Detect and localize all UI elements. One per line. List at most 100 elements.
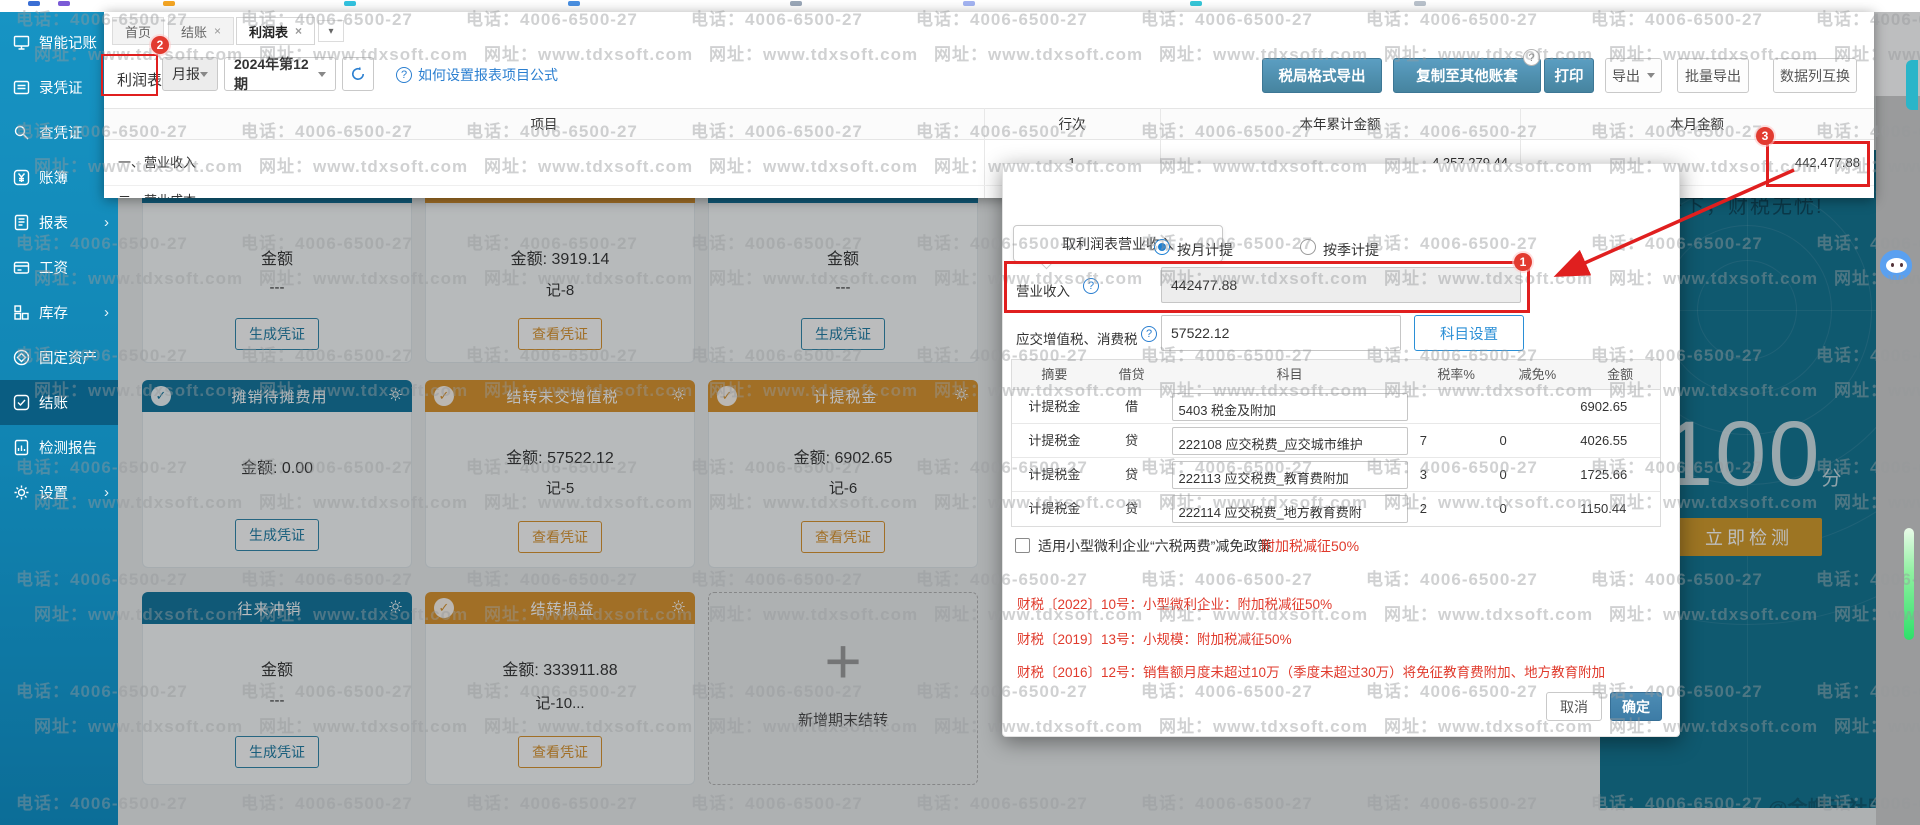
radio-monthly[interactable] bbox=[1154, 239, 1170, 255]
radio-monthly-label[interactable]: 按月计提 bbox=[1177, 240, 1233, 260]
formula-help-link[interactable]: ? 如何设置报表项目公式 bbox=[396, 65, 558, 85]
column-header: 税率% bbox=[1413, 360, 1493, 389]
chevron-down-icon: ▾ bbox=[328, 26, 333, 37]
policy-note: 财税〔2022〕10号：小型微利企业：附加税减征50% bbox=[1017, 593, 1332, 613]
entry-amount: 6902.65 bbox=[1575, 390, 1660, 423]
chevron-right-icon: › bbox=[104, 304, 109, 321]
column-header: 摘要 bbox=[1012, 360, 1097, 389]
account-input[interactable]: 222114 应交税费_地方教育费附 bbox=[1172, 495, 1408, 523]
entry-amount: 4026.55 bbox=[1575, 424, 1660, 457]
sidebar-item-account-books[interactable]: 账簿 › bbox=[0, 155, 118, 200]
revenue-input[interactable] bbox=[1161, 267, 1521, 303]
vat-input[interactable] bbox=[1161, 315, 1401, 351]
sidebar-item-label: 库存 bbox=[39, 302, 68, 323]
chevron-down-icon bbox=[200, 72, 208, 77]
bar-chart-doc-icon bbox=[13, 439, 30, 456]
accrual-entries-table: 摘要 借贷 科目 税率% 减免% 金额 计提税金 借 5403 税金及附加 69… bbox=[1011, 359, 1661, 527]
question-icon[interactable]: ? bbox=[1083, 278, 1099, 294]
sidebar-item-voucher-search[interactable]: 查凭证 bbox=[0, 110, 118, 155]
sidebar-item-voucher-entry[interactable]: 录凭证 bbox=[0, 65, 118, 110]
entry-amount: 1150.44 bbox=[1575, 492, 1660, 526]
tab-profit-report[interactable]: 利润表 × bbox=[236, 17, 315, 45]
sidebar-item-label: 查凭证 bbox=[39, 122, 83, 143]
entry-side: 贷 bbox=[1097, 492, 1167, 526]
accrue-tax-dialog: 取利润表营业收入 按月计提 按季计提 营业收入 ? 应交增值税、消费税 ? 科目… bbox=[1002, 163, 1680, 737]
export-button[interactable]: 导出 bbox=[1605, 58, 1662, 93]
sidebar-item-check-report[interactable]: 检测报告 bbox=[0, 425, 118, 470]
period-type-select[interactable]: 月报 bbox=[162, 57, 218, 91]
report-title[interactable]: 利润表 bbox=[117, 69, 162, 90]
yen-book-icon bbox=[13, 169, 30, 186]
sidebar-item-smart-bookkeeping[interactable]: 智能记账 bbox=[0, 20, 118, 65]
policy-note: 财税〔2019〕13号：小规模：附加税减征50% bbox=[1017, 628, 1292, 648]
tab-list-dropdown[interactable]: ▾ bbox=[318, 20, 344, 42]
sidebar-item-label: 工资 bbox=[39, 257, 68, 278]
report-list-icon bbox=[13, 214, 30, 231]
favicon-sliver bbox=[28, 1, 40, 6]
radio-quarterly[interactable] bbox=[1300, 239, 1316, 255]
sidebar: 智能记账 录凭证 查凭证 账簿 › 报表 › 工资 库存 › bbox=[0, 6, 118, 825]
swap-columns-button[interactable]: 数据列互换 bbox=[1773, 58, 1857, 93]
sidebar-item-label: 结账 bbox=[39, 392, 68, 413]
sidebar-item-label: 账簿 bbox=[39, 167, 68, 188]
tab-label: 首页 bbox=[125, 22, 151, 41]
small-enterprise-checkbox[interactable] bbox=[1015, 538, 1030, 553]
entry-relief: 0 bbox=[1493, 458, 1576, 491]
small-enterprise-checkbox-label[interactable]: 适用小型微利企业“六税两费”减免政策 bbox=[1038, 536, 1271, 556]
tab-label: 利润表 bbox=[249, 22, 288, 41]
close-icon[interactable]: × bbox=[295, 24, 302, 38]
entry-summary: 计提税金 bbox=[1012, 390, 1097, 423]
scroll-indicator[interactable] bbox=[1904, 528, 1914, 640]
entry-relief: 0 bbox=[1493, 424, 1576, 457]
account-input[interactable]: 222108 应交税费_应交城市维护 bbox=[1172, 427, 1408, 455]
tax-format-export-button[interactable]: 税局格式导出 bbox=[1262, 58, 1382, 93]
sidebar-item-label: 固定资产 bbox=[39, 347, 97, 368]
report-table-header: 项目 行次 本年累计金额 本月金额 bbox=[104, 108, 1874, 140]
tab-closing[interactable]: 结账 × bbox=[168, 17, 234, 45]
column-header: 借贷 bbox=[1097, 360, 1167, 389]
row-item: 一、营业收入 bbox=[118, 140, 196, 186]
question-badge-icon[interactable]: ? bbox=[1523, 49, 1540, 66]
entry-side: 贷 bbox=[1097, 424, 1167, 457]
entries-header-row: 摘要 借贷 科目 税率% 减免% 金额 bbox=[1012, 360, 1660, 390]
period-type-value: 月报 bbox=[172, 64, 200, 84]
sidebar-item-settings[interactable]: 设置 › bbox=[0, 470, 118, 515]
chevron-right-icon: › bbox=[104, 214, 109, 231]
copy-to-other-books-button[interactable]: 复制至其他账套 bbox=[1393, 58, 1541, 93]
swap-columns-label: 数据列互换 bbox=[1780, 66, 1850, 86]
favicon-sliver bbox=[963, 1, 975, 6]
radio-quarterly-label[interactable]: 按季计提 bbox=[1323, 240, 1379, 260]
period-select[interactable]: 2024年第12期 bbox=[224, 57, 336, 91]
sidebar-item-payroll[interactable]: 工资 bbox=[0, 245, 118, 290]
sidebar-item-label: 录凭证 bbox=[39, 77, 83, 98]
print-button[interactable]: 打印 bbox=[1544, 58, 1594, 93]
subject-settings-button[interactable]: 科目设置 bbox=[1414, 315, 1524, 351]
sidebar-item-closing[interactable]: 结账 bbox=[0, 380, 118, 425]
sidebar-item-label: 设置 bbox=[39, 482, 68, 503]
entry-side: 贷 bbox=[1097, 458, 1167, 491]
account-input[interactable]: 5403 税金及附加 bbox=[1172, 393, 1408, 421]
sidebar-item-reports[interactable]: 报表 › bbox=[0, 200, 118, 245]
chevron-right-icon: › bbox=[104, 484, 109, 501]
account-input[interactable]: 222113 应交税费_教育费附加 bbox=[1172, 461, 1408, 489]
column-header: 项目 bbox=[104, 109, 984, 141]
sidebar-item-fixed-assets[interactable]: 固定资产 bbox=[0, 335, 118, 380]
refresh-icon bbox=[350, 66, 366, 82]
entry-row: 计提税金 借 5403 税金及附加 6902.65 bbox=[1012, 390, 1660, 424]
entry-rate: 2 bbox=[1413, 492, 1493, 526]
question-icon[interactable]: ? bbox=[1141, 326, 1157, 342]
vat-label: 应交增值税、消费税 bbox=[1016, 328, 1138, 348]
close-icon[interactable]: × bbox=[214, 24, 221, 38]
sidebar-item-inventory[interactable]: 库存 › bbox=[0, 290, 118, 335]
help-text: 如何设置报表项目公式 bbox=[418, 65, 558, 85]
side-dock-tab[interactable] bbox=[1906, 60, 1918, 110]
refresh-button[interactable] bbox=[342, 57, 374, 91]
assistant-robot-mascot[interactable] bbox=[1880, 246, 1914, 284]
cancel-button[interactable]: 取消 bbox=[1546, 692, 1602, 721]
batch-export-button[interactable]: 批量导出 bbox=[1677, 58, 1749, 93]
salary-card-icon bbox=[13, 259, 30, 276]
favicon-sliver bbox=[790, 1, 802, 6]
confirm-button[interactable]: 确定 bbox=[1610, 692, 1662, 721]
diamond-circle-icon bbox=[13, 349, 30, 366]
favicon-sliver bbox=[344, 1, 356, 6]
